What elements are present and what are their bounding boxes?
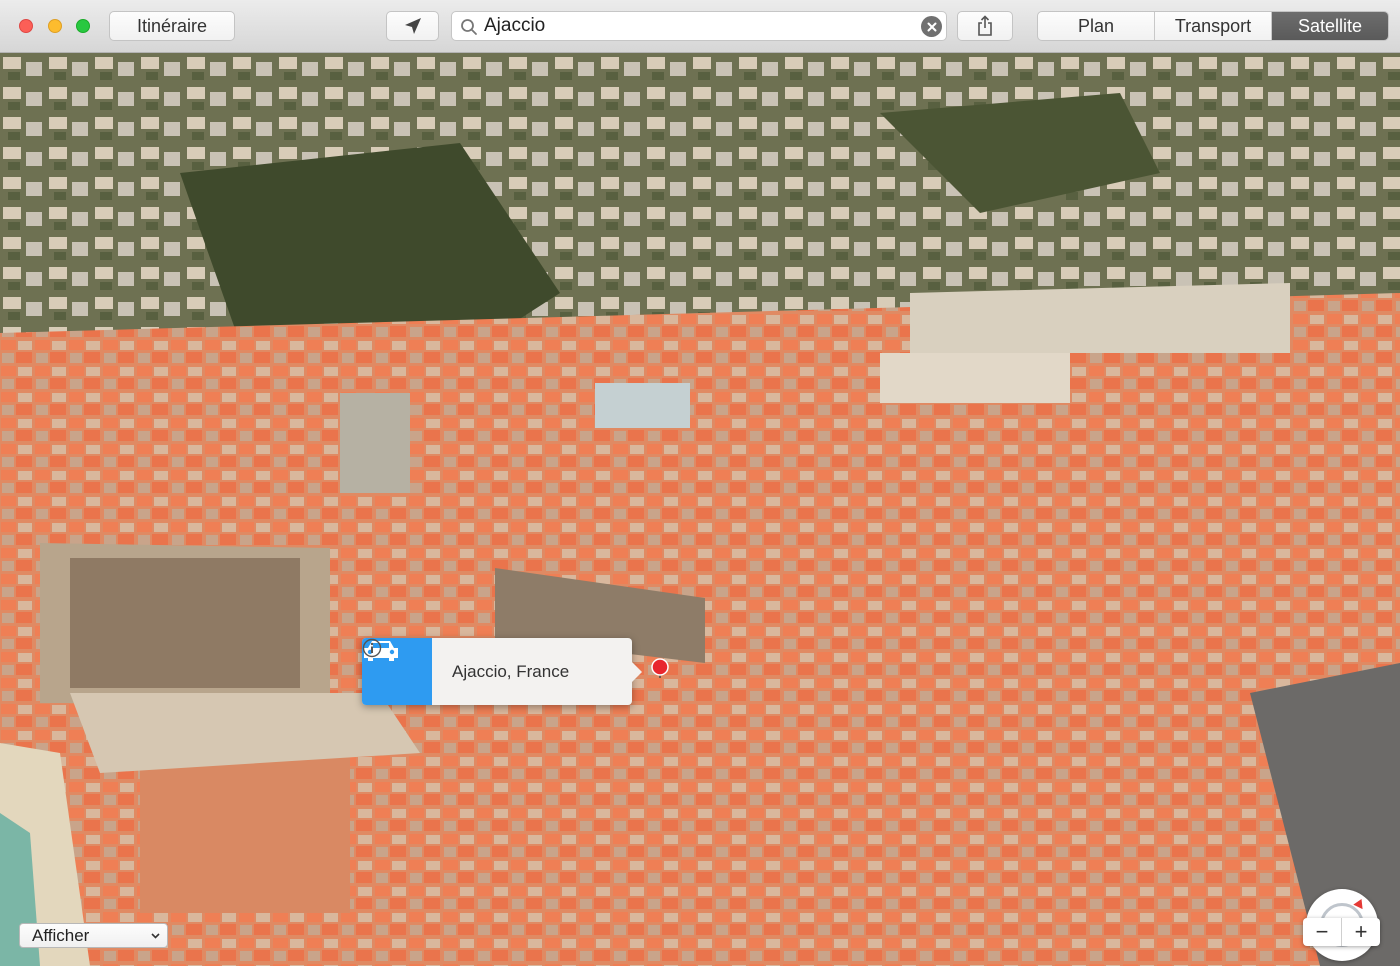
toolbar: Itinéraire Ajaccio Plan Transport Satell… <box>0 0 1400 53</box>
search-field[interactable] <box>451 11 947 41</box>
current-location-button[interactable] <box>386 11 439 41</box>
map-mode-selector: Plan Transport Satellite <box>1037 11 1389 41</box>
location-arrow-icon <box>404 18 421 34</box>
directions-label: Itinéraire <box>136 15 208 36</box>
info-icon[interactable] <box>362 638 382 658</box>
maximize-window-button[interactable] <box>76 19 90 33</box>
share-button[interactable] <box>957 11 1013 41</box>
chevron-down-icon <box>151 933 160 939</box>
zoom-in-button[interactable]: + <box>1341 918 1380 946</box>
clear-icon <box>927 22 936 31</box>
tab-plan[interactable]: Plan <box>1038 12 1154 40</box>
callout-title: Ajaccio, France <box>452 661 570 681</box>
place-callout[interactable]: Ajaccio, France <box>362 638 642 705</box>
zoom-controls: − + <box>1303 918 1380 946</box>
search-icon <box>461 19 477 35</box>
tab-satellite[interactable]: Satellite <box>1271 12 1388 40</box>
show-menu-label: Afficher <box>32 925 90 945</box>
city-aerial-imagery <box>0 53 1400 966</box>
share-icon <box>978 15 992 36</box>
directions-button[interactable]: Itinéraire <box>109 11 235 41</box>
satellite-map-view[interactable]: Ajaccio, France 3D <box>0 53 1400 966</box>
clear-search-button[interactable] <box>921 16 942 37</box>
location-pin[interactable] <box>650 658 670 678</box>
minimize-window-button[interactable] <box>48 19 62 33</box>
tab-transport[interactable]: Transport <box>1154 12 1271 40</box>
pin-icon <box>651 658 669 678</box>
maps-window: Itinéraire Ajaccio Plan Transport Satell… <box>0 0 1400 966</box>
search-input[interactable] <box>484 14 914 38</box>
close-window-button[interactable] <box>19 19 33 33</box>
show-menu-select[interactable]: Afficher <box>19 923 168 948</box>
zoom-out-button[interactable]: − <box>1303 918 1341 946</box>
